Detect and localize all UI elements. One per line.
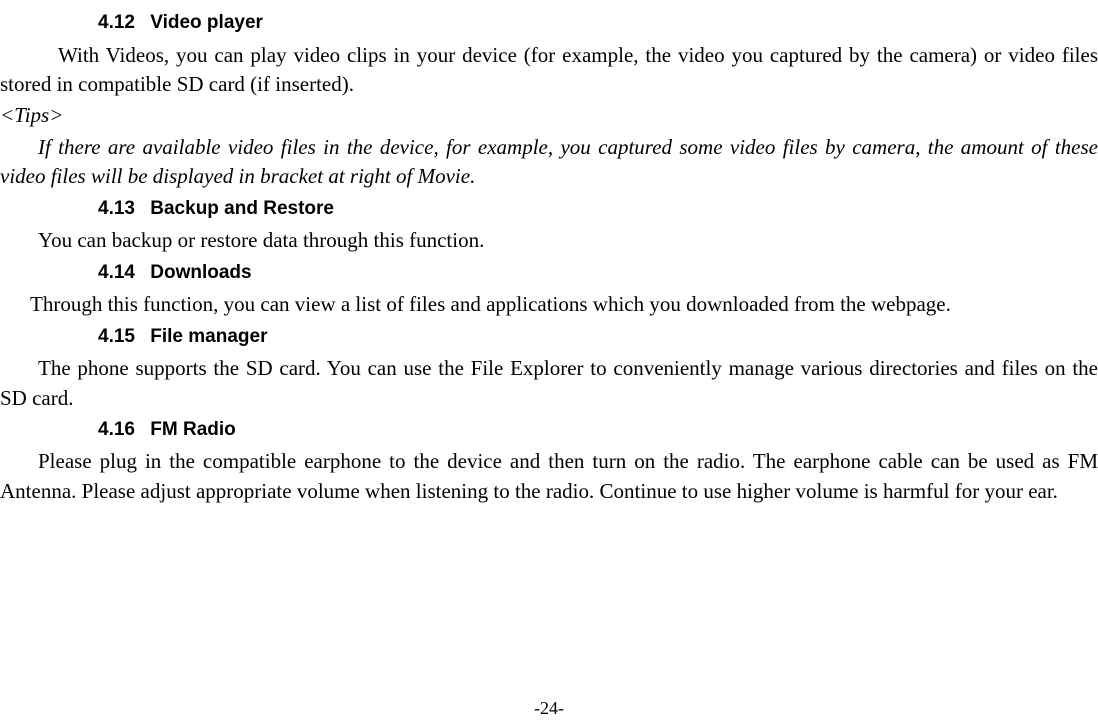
paragraph: Please plug in the compatible earphone t… bbox=[0, 447, 1098, 506]
paragraph: You can backup or restore data through t… bbox=[0, 226, 1098, 255]
paragraph: The phone supports the SD card. You can … bbox=[0, 354, 1098, 413]
paragraph: Through this function, you can view a li… bbox=[0, 290, 1098, 319]
heading-4-14: 4.14 Downloads bbox=[98, 260, 1098, 287]
heading-title: FM Radio bbox=[150, 419, 236, 440]
heading-number: 4.13 bbox=[98, 196, 135, 223]
tips-label: <Tips> bbox=[0, 101, 1098, 130]
heading-title: Video player bbox=[150, 12, 263, 33]
heading-number: 4.12 bbox=[98, 10, 135, 37]
tips-body: If there are available video files in th… bbox=[0, 133, 1098, 192]
heading-number: 4.16 bbox=[98, 417, 135, 444]
heading-title: Backup and Restore bbox=[150, 198, 334, 219]
document-page: 4.12 Video player With Videos, you can p… bbox=[0, 0, 1098, 506]
heading-4-15: 4.15 File manager bbox=[98, 324, 1098, 351]
heading-4-12: 4.12 Video player bbox=[98, 10, 1098, 37]
paragraph: With Videos, you can play video clips in… bbox=[0, 41, 1098, 100]
page-number: -24- bbox=[534, 698, 564, 718]
heading-4-13: 4.13 Backup and Restore bbox=[98, 196, 1098, 223]
page-footer: -24- bbox=[0, 696, 1098, 721]
heading-number: 4.15 bbox=[98, 324, 135, 351]
heading-4-16: 4.16 FM Radio bbox=[98, 417, 1098, 444]
heading-title: Downloads bbox=[150, 262, 251, 283]
heading-number: 4.14 bbox=[98, 260, 135, 287]
heading-title: File manager bbox=[150, 326, 267, 347]
